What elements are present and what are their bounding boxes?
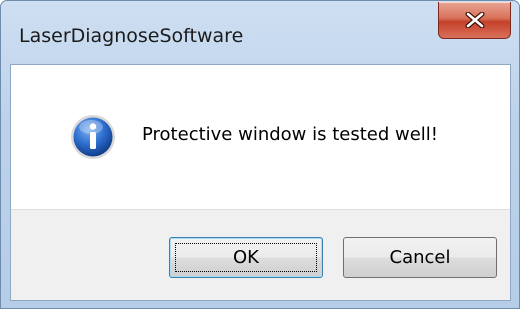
cancel-button[interactable]: Cancel: [343, 237, 497, 278]
info-icon: [71, 115, 115, 159]
message-area: Protective window is tested well!: [11, 65, 510, 209]
dialog-client-area: Protective window is tested well! OK Can…: [10, 64, 511, 301]
title-bar[interactable]: LaserDiagnoseSoftware: [1, 1, 519, 63]
cancel-button-label: Cancel: [389, 247, 451, 268]
close-button[interactable]: [438, 2, 511, 39]
message-text: Protective window is tested well!: [142, 124, 439, 145]
window-title: LaserDiagnoseSoftware: [19, 25, 244, 47]
message-box-window: LaserDiagnoseSoftware Protective window …: [0, 0, 520, 309]
button-area: OK Cancel: [11, 209, 510, 300]
ok-button[interactable]: OK: [169, 237, 323, 278]
close-x-icon: [465, 12, 485, 28]
ok-button-label: OK: [233, 247, 259, 268]
